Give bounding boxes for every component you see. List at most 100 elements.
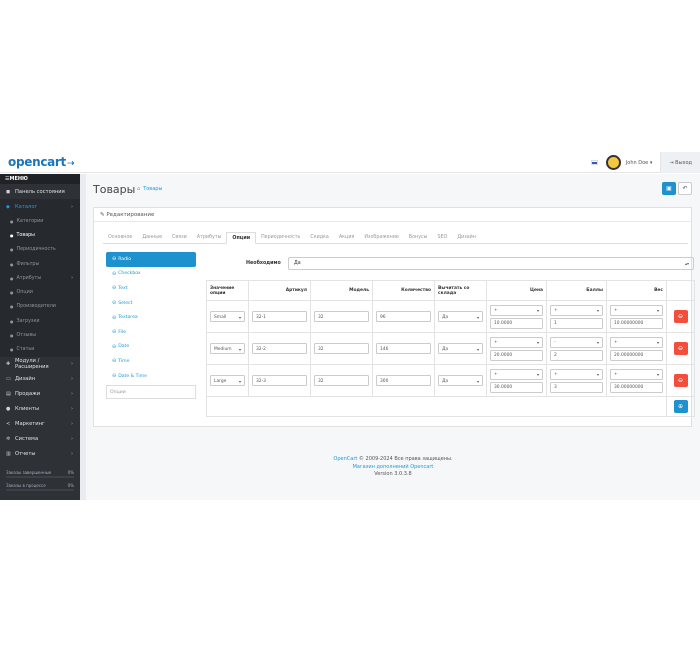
minus-circle-icon[interactable]: ⊖ xyxy=(112,344,116,350)
language-flag-icon[interactable] xyxy=(590,160,598,165)
tab-4[interactable]: Опции xyxy=(226,232,257,244)
points-input[interactable]: 1 xyxy=(550,317,603,329)
sidebar-subitem-5[interactable]: ● Опции xyxy=(0,285,80,300)
breadcrumb-link[interactable]: Товары xyxy=(143,186,162,192)
minus-circle-icon[interactable]: ⊖ xyxy=(112,329,116,335)
sku-input[interactable]: 32-1 xyxy=(252,311,307,322)
sidebar-subitem-7[interactable]: ● Загрузки xyxy=(0,314,80,329)
add-option-value-button[interactable]: ⊕ xyxy=(673,400,688,413)
option-item-4[interactable]: ⊖ Textarea xyxy=(106,310,196,325)
back-button[interactable]: ↶ xyxy=(678,182,692,195)
sidebar-subitem-8[interactable]: ● Отзывы xyxy=(0,328,80,343)
tab-2[interactable]: Связи xyxy=(167,232,192,243)
quantity-input[interactable]: 96 xyxy=(376,311,431,322)
option-item-7[interactable]: ⊖ Time xyxy=(106,354,196,369)
save-button[interactable]: ▣ xyxy=(662,182,676,195)
model-input[interactable]: 32 xyxy=(314,343,369,354)
price-prefix-select[interactable]: + ▾ xyxy=(490,304,543,316)
price-input[interactable]: 20.0000 xyxy=(490,349,543,361)
option-autocomplete-input[interactable]: Опции xyxy=(106,385,196,400)
tab-9[interactable]: Бонусы xyxy=(404,232,433,243)
subtract-select[interactable]: Да ▾ xyxy=(438,311,483,322)
quantity-input[interactable]: 300 xyxy=(376,375,431,386)
tab-3[interactable]: Атрибуты xyxy=(192,232,227,243)
extension-store-link[interactable]: Магазин дополнений Opencart xyxy=(353,464,434,470)
sidebar-item-0[interactable]: ◼ Панель состояния xyxy=(0,184,80,199)
weight-input[interactable]: 30.00000000 xyxy=(610,381,663,393)
price-prefix-select[interactable]: + ▾ xyxy=(490,368,543,380)
option-item-2[interactable]: ⊖ Text xyxy=(106,281,196,296)
weight-prefix-select[interactable]: + ▾ xyxy=(610,336,663,348)
remove-row-button[interactable]: ⊖ xyxy=(673,310,688,323)
logout-button[interactable]: ⇥ Выход xyxy=(660,152,700,173)
sku-input[interactable]: 32-3 xyxy=(252,375,307,386)
price-input[interactable]: 10.0000 xyxy=(490,317,543,329)
option-value-select[interactable]: Small ▾ xyxy=(210,311,245,322)
tab-7[interactable]: Акция xyxy=(334,232,359,243)
minus-circle-icon[interactable]: ⊖ xyxy=(112,285,116,291)
sidebar-subitem-0[interactable]: ● Категории xyxy=(0,214,80,229)
user-menu[interactable]: John Doe ▾ xyxy=(626,160,653,166)
sidebar-item-after-3[interactable]: ● Клиенты › xyxy=(0,402,80,417)
option-item-0[interactable]: ⊖ Radio xyxy=(106,252,196,267)
sidebar-subitem-6[interactable]: ● Производители xyxy=(0,299,80,315)
model-input[interactable]: 32 xyxy=(314,375,369,386)
tab-8[interactable]: Изображение xyxy=(359,232,404,243)
weight-input[interactable]: 10.00000000 xyxy=(610,317,663,329)
tab-5[interactable]: Периодичность xyxy=(256,232,305,243)
required-select[interactable]: Да ▴▾ xyxy=(288,257,694,270)
quantity-input[interactable]: 146 xyxy=(376,343,431,354)
points-input[interactable]: 2 xyxy=(550,349,603,361)
minus-circle-icon[interactable]: ⊖ xyxy=(112,300,116,306)
price-prefix-select[interactable]: + ▾ xyxy=(490,336,543,348)
menu-header[interactable]: ☰МЕНЮ xyxy=(0,174,80,184)
opencart-logo[interactable]: opencart⇢ xyxy=(8,155,75,169)
minus-circle-icon[interactable]: ⊖ xyxy=(112,358,116,364)
minus-circle-icon[interactable]: ⊖ xyxy=(112,271,116,277)
option-value-select[interactable]: Large ▾ xyxy=(210,375,245,386)
sidebar-item-after-4[interactable]: ≺ Маркетинг › xyxy=(0,417,80,432)
tab-11[interactable]: Дизайн xyxy=(452,232,481,243)
minus-circle-icon[interactable]: ⊖ xyxy=(112,315,116,321)
sidebar-subitem-2[interactable]: ● Периодичность xyxy=(0,242,80,257)
weight-prefix-select[interactable]: + ▾ xyxy=(610,304,663,316)
option-item-8[interactable]: ⊖ Date & Time xyxy=(106,369,196,384)
sidebar-item-after-6[interactable]: ▥ Отчеты › xyxy=(0,447,80,462)
subtract-select[interactable]: Да ▾ xyxy=(438,375,483,386)
points-prefix-select[interactable]: - ▾ xyxy=(550,336,603,348)
tab-6[interactable]: Скидка xyxy=(305,232,334,243)
sidebar-subitem-9[interactable]: ● Статьи xyxy=(0,342,80,357)
weight-input[interactable]: 20.00000000 xyxy=(610,349,663,361)
weight-prefix-select[interactable]: + ▾ xyxy=(610,368,663,380)
home-icon[interactable]: ⌂ xyxy=(137,186,140,192)
tab-0[interactable]: Основное xyxy=(103,232,137,243)
remove-row-button[interactable]: ⊖ xyxy=(673,342,688,355)
sidebar-item-after-5[interactable]: ✲ Система › xyxy=(0,432,80,447)
sku-input[interactable]: 32-2 xyxy=(252,343,307,354)
sidebar-item-1[interactable]: ◆ Каталог › xyxy=(0,199,80,214)
minus-circle-icon[interactable]: ⊖ xyxy=(112,256,116,262)
option-item-3[interactable]: ⊖ Select xyxy=(106,296,196,311)
tab-1[interactable]: Данные xyxy=(137,232,167,243)
sidebar-item-after-1[interactable]: ▭ Дизайн › xyxy=(0,372,80,387)
minus-circle-icon[interactable]: ⊖ xyxy=(112,373,116,379)
option-item-6[interactable]: ⊖ Date xyxy=(106,340,196,355)
remove-row-button[interactable]: ⊖ xyxy=(673,374,688,387)
model-input[interactable]: 32 xyxy=(314,311,369,322)
option-item-1[interactable]: ⊖ Checkbox xyxy=(106,267,196,282)
sidebar-item-after-0[interactable]: ✚ Модули / Расширения › xyxy=(0,357,80,372)
option-value-select[interactable]: Medium ▾ xyxy=(210,343,245,354)
sidebar-subitem-3[interactable]: ● Фильтры xyxy=(0,256,80,272)
points-prefix-select[interactable]: + ▾ xyxy=(550,304,603,316)
sidebar-subitem-4[interactable]: ● Атрибуты › xyxy=(0,271,80,286)
sidebar-subitem-1[interactable]: ● Товары xyxy=(0,228,80,243)
user-avatar[interactable] xyxy=(605,155,621,170)
points-input[interactable]: 3 xyxy=(550,381,603,393)
points-prefix-select[interactable]: + ▾ xyxy=(550,368,603,380)
opencart-link[interactable]: OpenCart xyxy=(333,456,357,462)
subtract-select[interactable]: Да ▾ xyxy=(438,343,483,354)
sidebar-item-after-2[interactable]: ▤ Продажи › xyxy=(0,387,80,402)
option-item-5[interactable]: ⊖ File xyxy=(106,325,196,340)
tab-10[interactable]: SEO xyxy=(432,232,452,243)
price-input[interactable]: 30.0000 xyxy=(490,381,543,393)
